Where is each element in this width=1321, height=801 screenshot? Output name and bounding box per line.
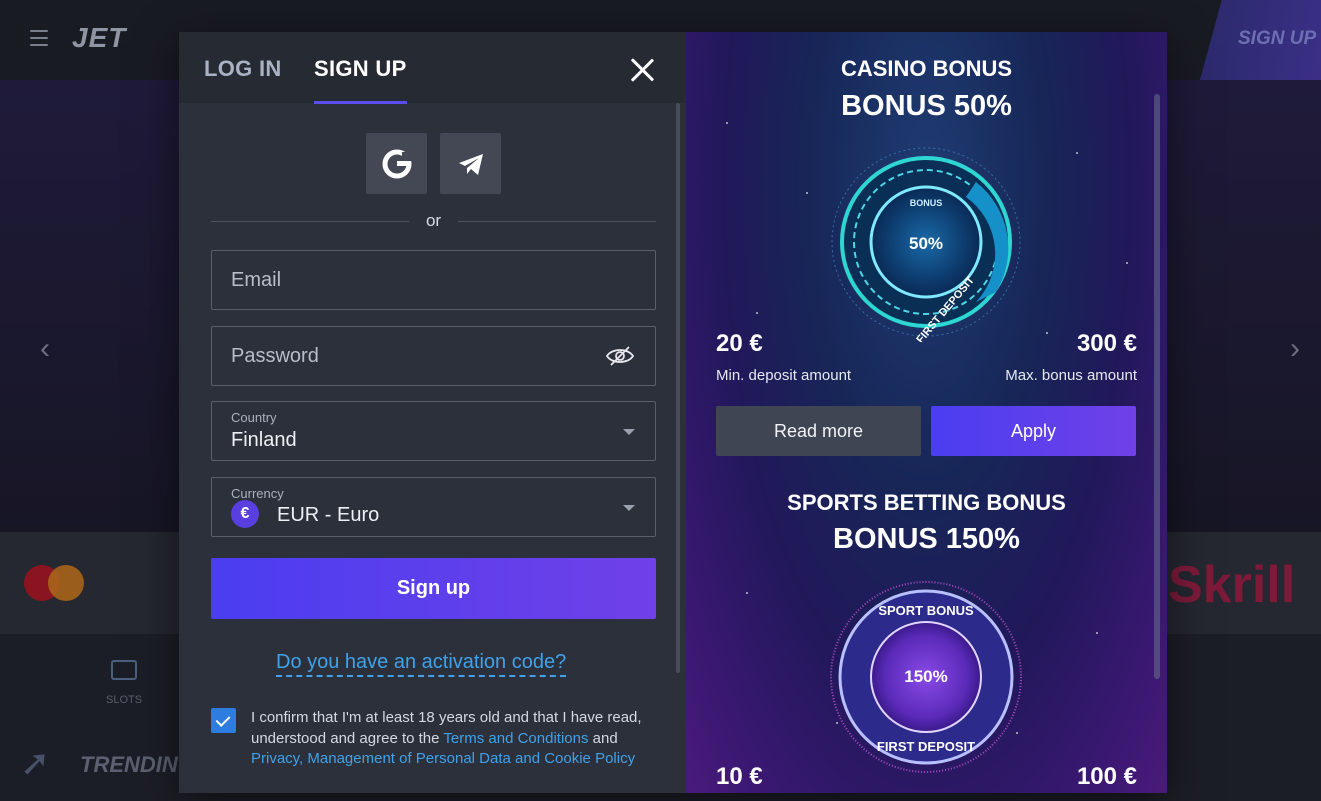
email-placeholder: Email [231, 269, 282, 291]
sports-badge-ring-top: SPORT BONUS [878, 603, 974, 618]
sports-max-amount: 100 € [1076, 763, 1137, 790]
chevron-down-icon [623, 429, 635, 435]
currency-value: EUR - Euro [277, 504, 380, 526]
country-value: Finland [231, 429, 297, 451]
tab-signup[interactable]: SIGN UP [314, 56, 407, 104]
consent-text: I confirm that I'm at least 18 years old… [251, 708, 671, 770]
password-placeholder: Password [231, 345, 319, 367]
header-signup-button[interactable]: SIGN UP [1200, 0, 1321, 80]
sports-bonus-headline: BONUS 150% [833, 523, 1020, 555]
google-login-button[interactable] [366, 133, 427, 194]
telegram-icon [458, 153, 483, 175]
casino-badge-top: BONUS [910, 198, 943, 208]
casino-min-label: Min. deposit amount [716, 367, 852, 384]
country-select[interactable]: Country Finland [211, 401, 656, 461]
terms-link[interactable]: Terms and Conditions [443, 730, 588, 747]
sports-badge-value: 150% [904, 667, 947, 686]
trending-heading: TRENDING [80, 752, 195, 777]
mastercard-logo [24, 565, 84, 601]
form-scrollbar[interactable] [675, 103, 681, 673]
google-icon [382, 149, 412, 178]
sports-bonus-title: SPORTS BETTING BONUS [787, 490, 1066, 515]
casino-badge-value: 50% [909, 234, 943, 253]
country-label: Country [231, 410, 277, 425]
sports-badge-ring-bottom: FIRST DEPOSIT [877, 739, 975, 754]
menu-icon[interactable] [30, 30, 48, 46]
banner-prev-icon[interactable]: ‹ [40, 332, 50, 366]
casino-bonus-headline: BONUS 50% [841, 90, 1012, 122]
currency-label: Currency [231, 486, 284, 501]
rocket-icon: ➚ [20, 742, 51, 783]
read-more-button[interactable]: Read more [716, 406, 921, 456]
sports-min-amount: 10 € [716, 763, 763, 790]
chevron-down-icon [623, 505, 635, 511]
casino-min-amount: 20 € [716, 330, 763, 357]
consent-text-part: and [588, 729, 618, 747]
bonus-panel: CASINO BONUS BONUS 50% BONUS 50% FIRST D… [686, 32, 1167, 793]
apply-button[interactable]: Apply [931, 406, 1136, 456]
age-confirm-checkbox[interactable] [211, 708, 236, 733]
auth-modal: LOG IN SIGN UP or Email Password Country… [179, 32, 1167, 793]
or-divider: or [211, 211, 656, 230]
casino-max-label: Max. bonus amount [1005, 367, 1137, 384]
euro-icon: € [231, 500, 259, 528]
signup-button[interactable]: Sign up [211, 558, 656, 619]
password-field[interactable]: Password [211, 326, 656, 386]
or-text: or [425, 211, 442, 230]
sports-bonus-badge: SPORT BONUS 150% FIRST DEPOSIT [830, 581, 1022, 773]
slots-category[interactable]: SLOTS [106, 660, 142, 706]
skrill-logo: Skrill [1168, 556, 1296, 614]
casino-max-amount: 300 € [1076, 330, 1137, 357]
auth-tabs: LOG IN SIGN UP [179, 32, 686, 104]
site-logo[interactable]: JET [72, 22, 126, 54]
header-signup-label: SIGN UP [1238, 28, 1317, 49]
currency-select[interactable]: Currency € EUR - Euro [211, 477, 656, 537]
eye-off-icon[interactable] [605, 345, 635, 367]
activation-code-link[interactable]: Do you have an activation code? [276, 651, 567, 677]
slots-label: SLOTS [106, 694, 143, 706]
close-icon[interactable] [628, 56, 656, 84]
privacy-link[interactable]: Privacy, Management of Personal Data and… [251, 750, 635, 767]
signup-panel: LOG IN SIGN UP or Email Password Country… [179, 32, 686, 793]
tab-login[interactable]: LOG IN [204, 56, 282, 82]
casino-bonus-badge: BONUS 50% FIRST DEPOSIT [831, 147, 1021, 342]
banner-next-icon[interactable]: › [1290, 332, 1300, 366]
telegram-login-button[interactable] [440, 133, 501, 194]
bonus-scrollbar[interactable] [1154, 94, 1160, 679]
email-field[interactable]: Email [211, 250, 656, 310]
slots-icon [111, 660, 138, 680]
casino-bonus-title: CASINO BONUS [840, 56, 1013, 81]
